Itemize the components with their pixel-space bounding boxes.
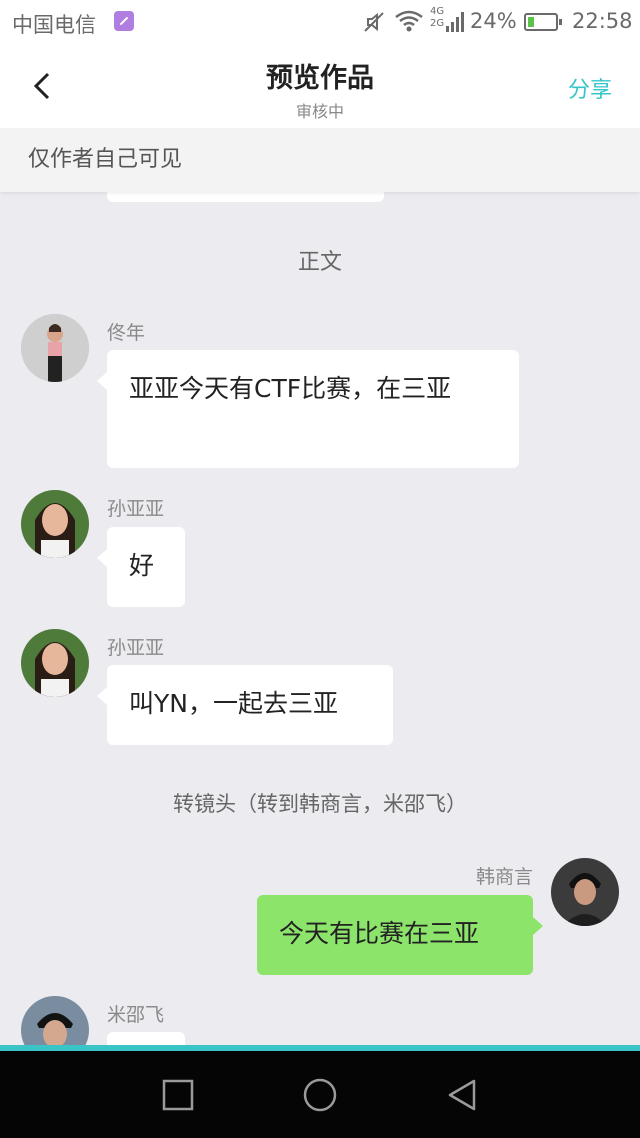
avatar[interactable] <box>21 490 89 558</box>
signal-icon <box>446 12 464 32</box>
section-label: 正文 <box>297 250 342 275</box>
narration-text: 转镜头（转到韩商言，米邵飞） <box>173 792 467 816</box>
square-icon[interactable] <box>160 1077 196 1113</box>
header: 预览作品 审核中 分享 <box>0 46 640 128</box>
message-bubble[interactable]: 今天有比赛在三亚 <box>257 895 543 975</box>
sender-name: 孙亚亚 <box>107 637 165 659</box>
battery-fill <box>528 17 534 27</box>
mute-icon <box>364 12 384 32</box>
sender-name: 孙亚亚 <box>107 498 165 520</box>
network-type-top: 4G <box>430 6 445 17</box>
message-bubble[interactable]: 亚亚今天有CTF比赛，在三亚 <box>97 350 519 468</box>
message-bubble[interactable]: 叫YN，一起去三亚 <box>97 665 393 745</box>
visibility-banner: 仅作者自己可见 <box>0 128 640 192</box>
status-bar: 中国电信 4G 2G 24% 22:58 <box>0 0 640 46</box>
share-button[interactable]: 分享 <box>568 72 612 104</box>
system-navbar <box>0 1051 640 1138</box>
sender-name: 米邵飞 <box>107 1004 165 1026</box>
sim-icon <box>114 11 134 31</box>
network-type: 4G 2G <box>430 6 444 30</box>
clock: 22:58 <box>572 9 633 33</box>
sender-name: 韩商言 <box>475 866 533 888</box>
page-title: 预览作品 <box>266 63 374 94</box>
wifi-icon <box>395 10 423 32</box>
avatar[interactable] <box>21 629 89 697</box>
battery-percent: 24% <box>470 9 517 33</box>
network-type-bottom: 2G <box>430 18 445 29</box>
avatar[interactable] <box>21 314 89 382</box>
triangle-back-icon[interactable] <box>444 1077 480 1113</box>
circle-icon[interactable] <box>302 1077 338 1113</box>
battery-icon <box>524 13 562 31</box>
review-status: 审核中 <box>295 102 344 121</box>
carrier-label: 中国电信 <box>12 13 96 37</box>
sender-name: 佟年 <box>107 322 146 344</box>
avatar[interactable] <box>551 858 619 926</box>
message-bubble[interactable]: 好 <box>97 527 185 607</box>
